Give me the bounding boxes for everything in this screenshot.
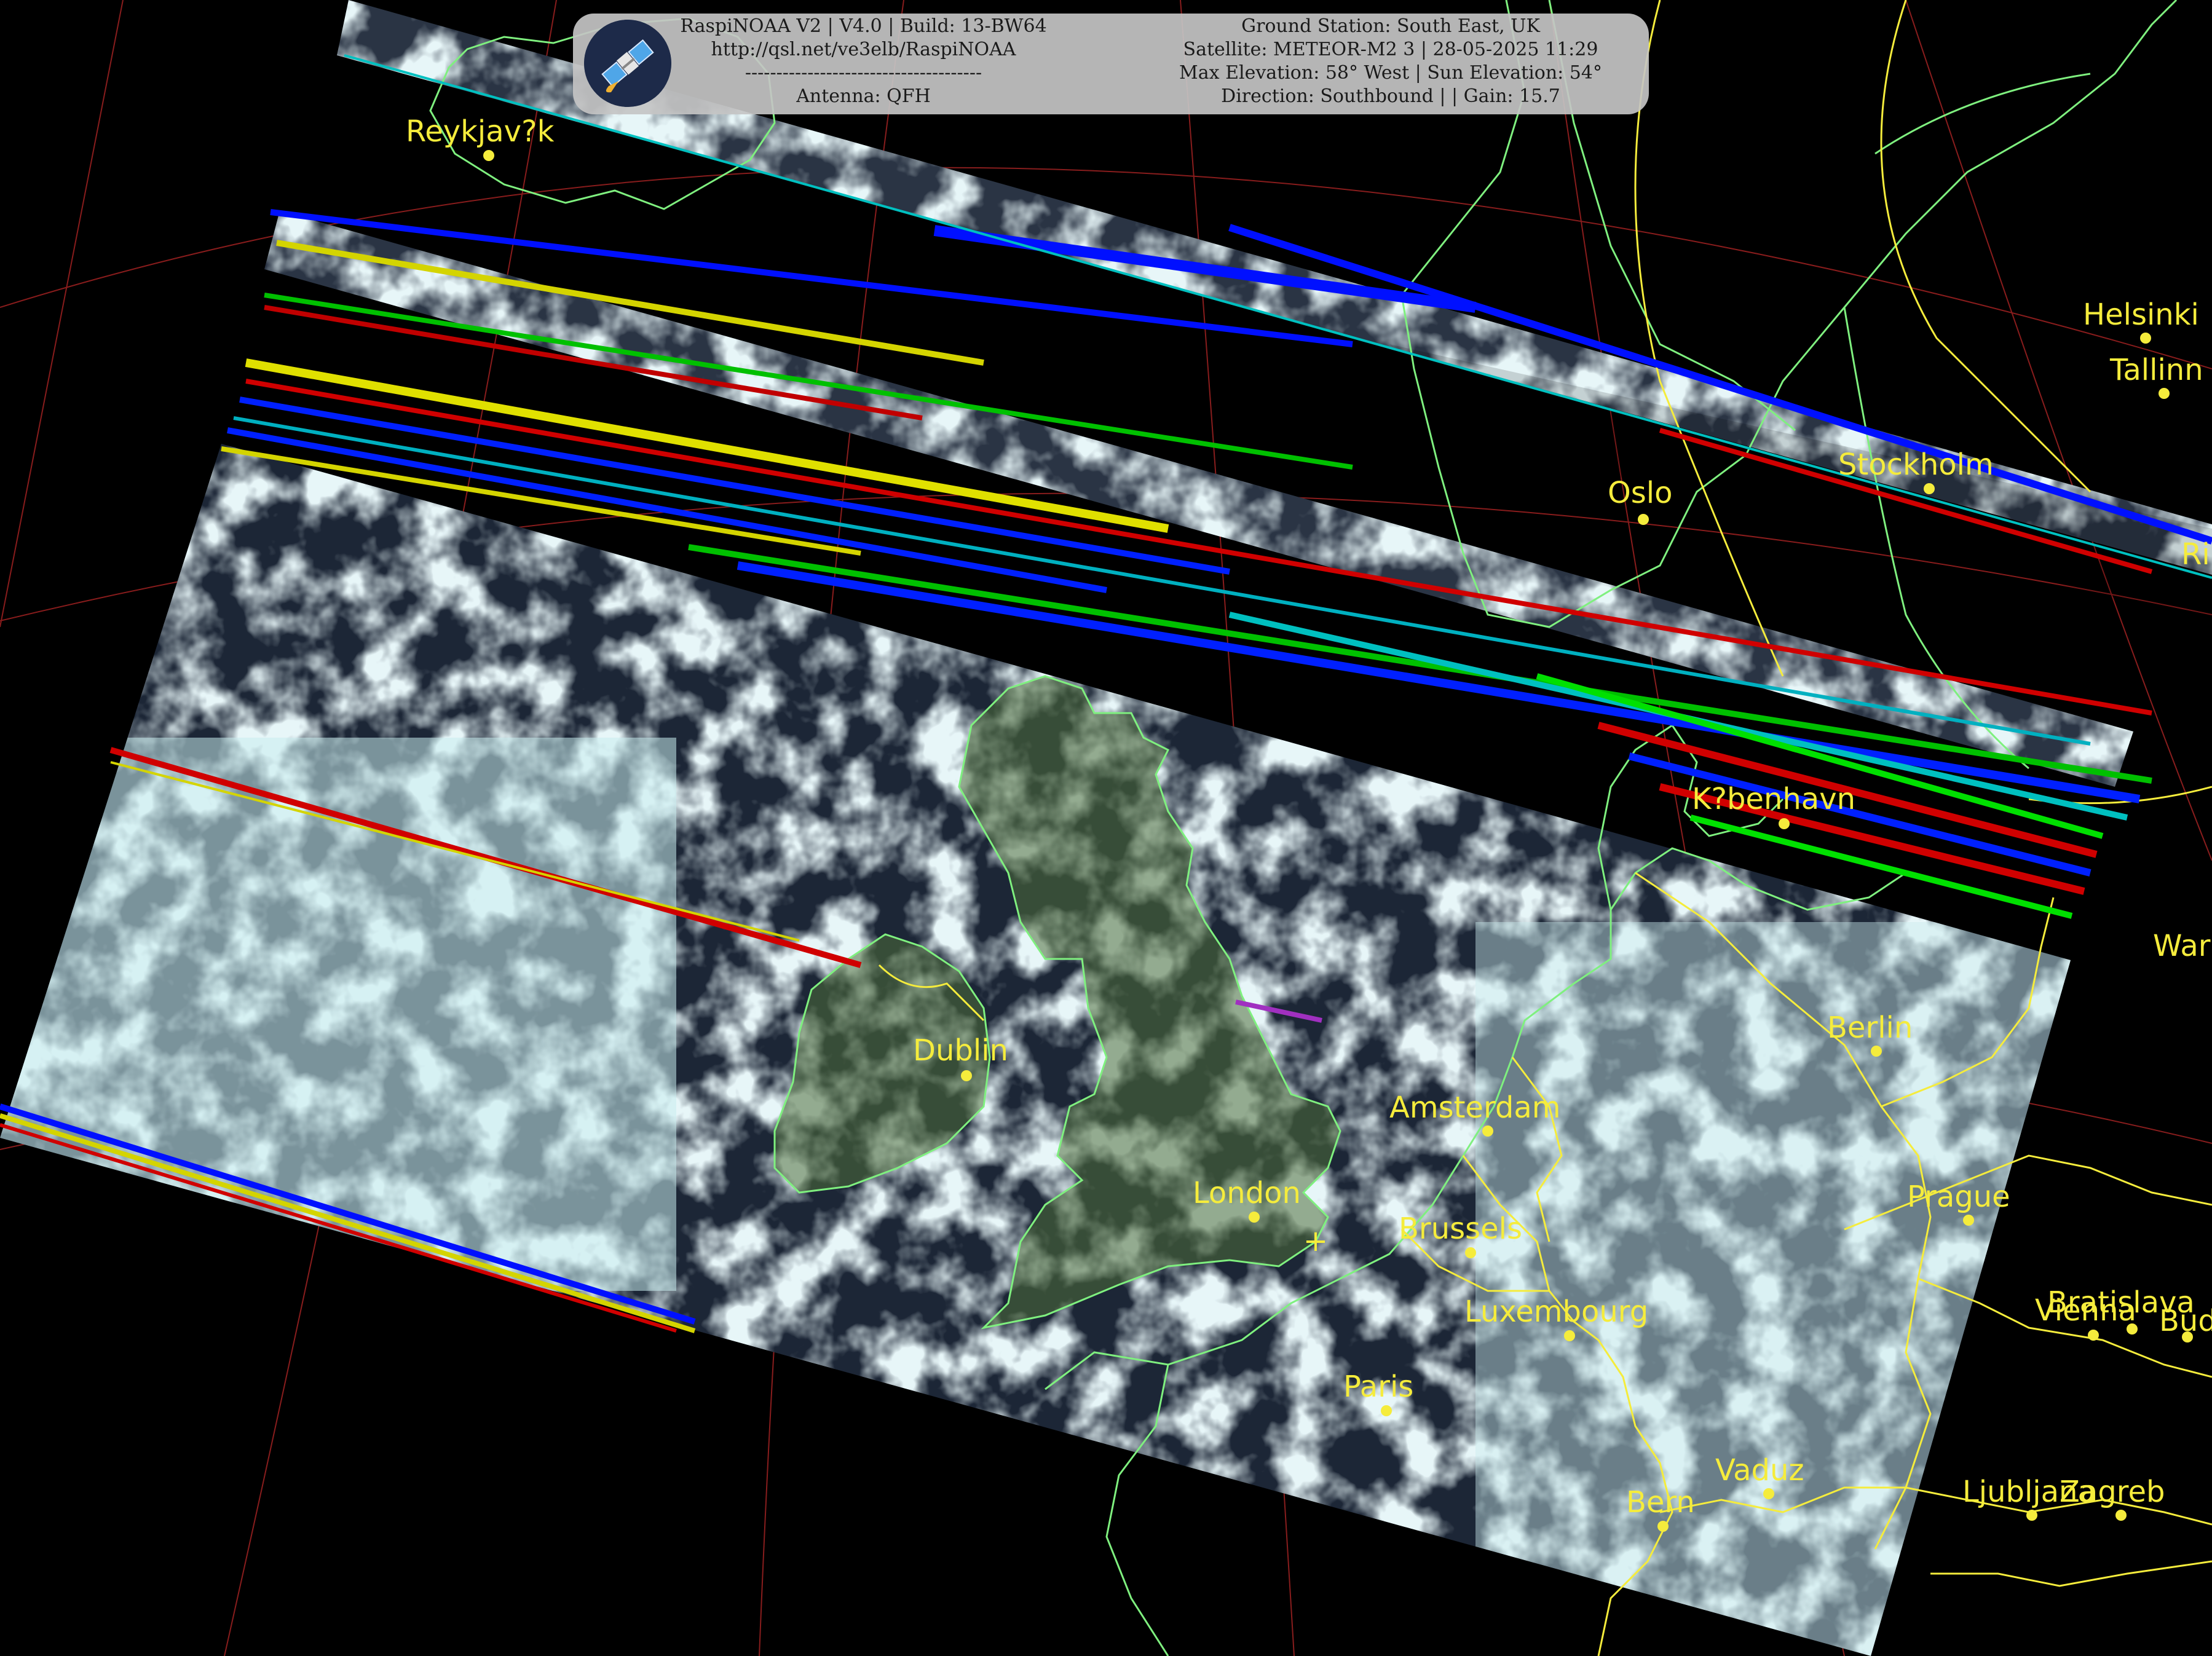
banner-left-line-3: -------------------------------------- <box>745 62 982 84</box>
city-dot-reykjav-k <box>483 150 494 161</box>
banner-right-line-2: Satellite: METEOR-M2 3 | 28-05-2025 11:2… <box>1183 39 1598 60</box>
city-label-dublin: Dublin <box>913 1033 1008 1068</box>
city-dot-paris <box>1381 1405 1392 1416</box>
banner-left-line-1: RaspiNOAA V2 | V4.0 | Build: 13-BW64 <box>680 15 1047 37</box>
banner-left-line-2[interactable]: http://qsl.net/ve3elb/RaspiNOAA <box>573 38 1154 61</box>
city-dot-luxembourg <box>1564 1330 1575 1341</box>
city-dot-helsinki <box>2140 333 2151 344</box>
city-label-bern: Bern <box>1626 1485 1695 1520</box>
city-dot-oslo <box>1638 514 1649 525</box>
city-dot-vienna <box>2088 1330 2099 1341</box>
city-dot-vaduz <box>1763 1488 1774 1499</box>
city-label-vaduz: Vaduz <box>1715 1453 1804 1488</box>
city-label-reykjav-k: Reykjav?k <box>406 114 555 149</box>
city-dot-zagreb <box>2115 1510 2127 1521</box>
city-dot-k-benhavn <box>1779 818 1790 829</box>
city-dot-dublin <box>961 1070 972 1081</box>
city-label-brussels: Brussels <box>1399 1212 1522 1246</box>
city-label-vienna: Vienna <box>2035 1293 2136 1328</box>
satellite-map-view: + Reykjav?k Helsinki Tallinn Stockholm Oslo R… <box>0 0 2212 1656</box>
city-label-wars: Wars <box>2153 929 2212 963</box>
city-dot-ljubljana <box>2026 1510 2037 1521</box>
city-label-k-benhavn: K?benhavn <box>1692 782 1855 816</box>
city-dot-stockholm <box>1924 483 1935 494</box>
city-label-luxembourg: Luxembourg <box>1464 1295 1648 1329</box>
city-label-tallinn: Tallinn <box>2109 353 2203 387</box>
banner-right-line-1: Ground Station: South East, UK <box>1241 15 1540 37</box>
map-canvas: + Reykjav?k Helsinki Tallinn Stockholm Oslo R… <box>0 0 2212 1656</box>
city-label-ri: Ri <box>2181 537 2210 572</box>
info-banner: RaspiNOAA V2 | V4.0 | Build: 13-BW64 htt… <box>573 14 1649 114</box>
city-label-zagreb: Zagreb <box>2060 1475 2165 1509</box>
city-label-prague: Prague <box>1907 1180 2010 1214</box>
city-dot-bern <box>1657 1521 1669 1532</box>
city-dot-berlin <box>1871 1046 1882 1057</box>
banner-left-line-4: Antenna: QFH <box>796 85 931 107</box>
city-dot-london <box>1249 1212 1260 1223</box>
city-dot-prague <box>1963 1215 1974 1226</box>
city-dot-amsterdam <box>1482 1126 1493 1137</box>
city-label-berlin: Berlin <box>1827 1011 1913 1045</box>
city-label-bud: Bud <box>2159 1304 2212 1338</box>
ground-station-marker: + <box>1303 1224 1328 1258</box>
banner-right-line-4: Direction: Southbound | | Gain: 15.7 <box>1221 85 1560 107</box>
city-label-paris: Paris <box>1343 1370 1413 1404</box>
city-label-stockholm: Stockholm <box>1838 448 1994 482</box>
city-label-amsterdam: Amsterdam <box>1389 1090 1560 1125</box>
banner-right-line-3: Max Elevation: 58° West | Sun Elevation:… <box>1179 62 1602 84</box>
city-dot-brussels <box>1465 1247 1476 1258</box>
city-label-oslo: Oslo <box>1608 476 1673 510</box>
city-dot-tallinn <box>2159 388 2170 399</box>
city-label-london: London <box>1193 1176 1301 1210</box>
city-label-helsinki: Helsinki <box>2083 298 2199 332</box>
